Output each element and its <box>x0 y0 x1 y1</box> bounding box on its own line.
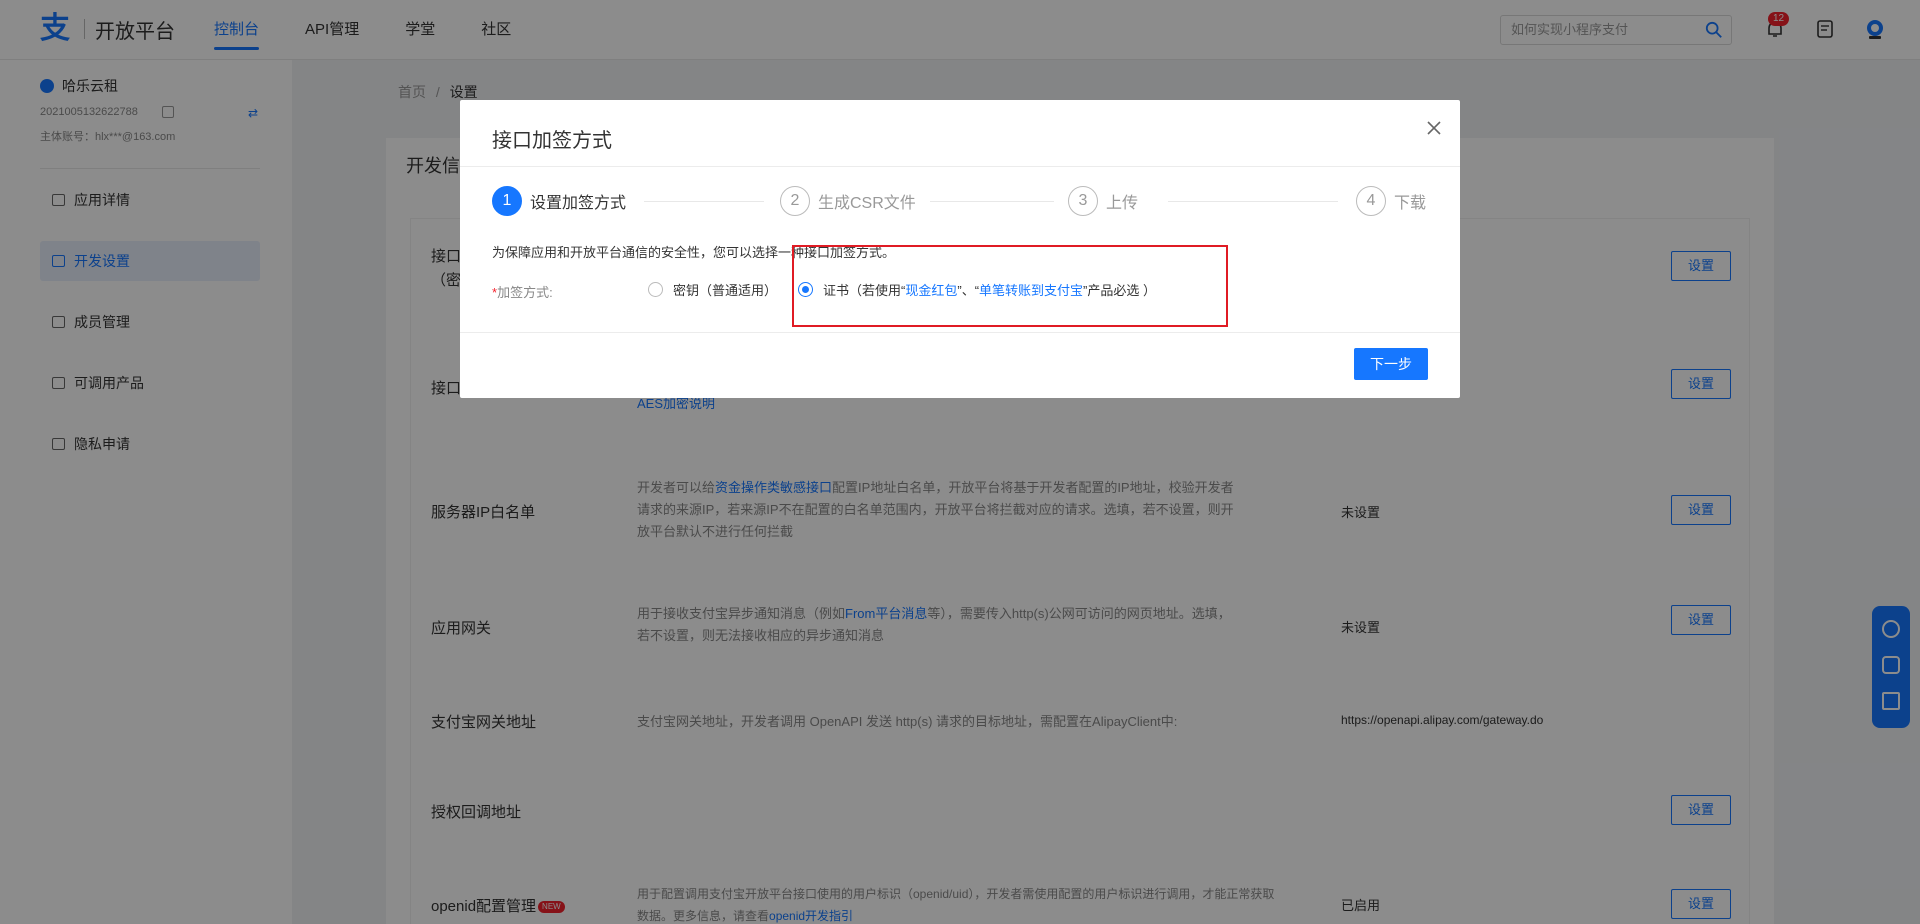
step-number: 4 <box>1356 186 1386 216</box>
next-step-button[interactable]: 下一步 <box>1354 348 1428 380</box>
step-3: 3 上传 <box>1068 186 1138 216</box>
step-connector <box>930 201 1054 202</box>
step-label: 上传 <box>1106 195 1139 212</box>
step-connector <box>1168 201 1338 202</box>
step-number: 1 <box>492 186 522 216</box>
modal-title: 接口加签方式 <box>492 130 612 152</box>
radio-circle[interactable] <box>648 282 663 297</box>
modal-footer-divider <box>460 332 1460 333</box>
close-icon[interactable] <box>1424 118 1444 138</box>
step-2: 2 生成CSR文件 <box>780 186 916 216</box>
step-number: 3 <box>1068 186 1098 216</box>
field-label-text: 加签方式: <box>497 285 553 300</box>
step-connector <box>644 201 764 202</box>
step-label: 下载 <box>1394 195 1427 212</box>
step-label: 生成CSR文件 <box>818 195 916 212</box>
radio-label: 密钥（普通适用） <box>673 283 778 298</box>
step-1: 1 设置加签方式 <box>492 186 626 216</box>
step-label: 设置加签方式 <box>530 195 627 212</box>
step-number: 2 <box>780 186 810 216</box>
radio-key[interactable]: 密钥（普通适用） <box>648 280 777 299</box>
sign-method-label: *加签方式: <box>492 282 553 301</box>
modal-header-divider <box>460 166 1460 167</box>
step-4: 4 下载 <box>1356 186 1426 216</box>
highlight-annotation <box>792 245 1228 327</box>
